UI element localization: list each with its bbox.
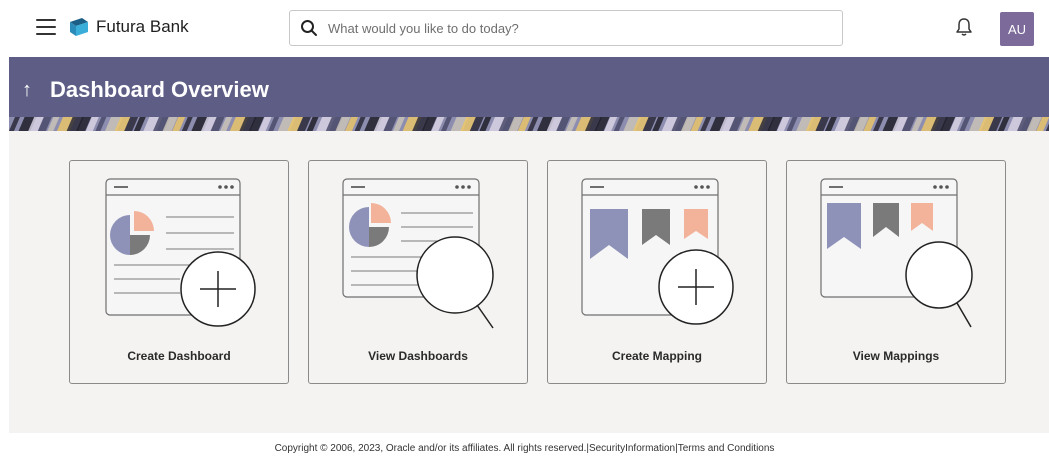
page-title-row: ↑ Dashboard Overview [22, 77, 269, 103]
menu-icon[interactable] [36, 19, 56, 35]
search-bar[interactable] [289, 10, 843, 46]
create-mapping-icon [581, 178, 734, 325]
card-label: View Dashboards [368, 349, 468, 363]
security-information-link[interactable]: SecurityInformation [589, 443, 675, 454]
footer: Copyright © 2006, 2023, Oracle and/or it… [0, 443, 1049, 454]
create-dashboard-card[interactable]: Create Dashboard [69, 160, 289, 384]
search-input[interactable] [328, 20, 808, 36]
terms-and-conditions-link[interactable]: Terms and Conditions [678, 443, 775, 454]
copyright-text: Copyright © 2006, 2023, Oracle and/or it… [274, 443, 589, 454]
view-mappings-icon [820, 178, 973, 328]
page-banner: ↑ Dashboard Overview [9, 57, 1049, 131]
dashboard-cards-area: Create Dashboard View Dashboards Create … [9, 131, 1049, 433]
view-mappings-card[interactable]: View Mappings [786, 160, 1006, 384]
card-label: Create Dashboard [127, 349, 231, 363]
view-dashboards-card[interactable]: View Dashboards [308, 160, 528, 384]
page-title: Dashboard Overview [50, 77, 269, 102]
create-mapping-card[interactable]: Create Mapping [547, 160, 767, 384]
view-dashboards-icon [342, 178, 494, 329]
search-icon [301, 20, 317, 36]
avatar[interactable]: AU [1000, 12, 1034, 46]
create-dashboard-icon [105, 178, 256, 327]
bell-icon[interactable] [955, 17, 973, 37]
up-arrow-icon[interactable]: ↑ [22, 79, 32, 102]
card-label: View Mappings [852, 349, 940, 363]
brand-name: Futura Bank [96, 17, 189, 36]
top-bar: Futura Bank AU [0, 0, 1049, 57]
bank-logo-icon [70, 18, 88, 36]
card-label: Create Mapping [611, 349, 702, 363]
banner-pattern [9, 117, 1049, 131]
